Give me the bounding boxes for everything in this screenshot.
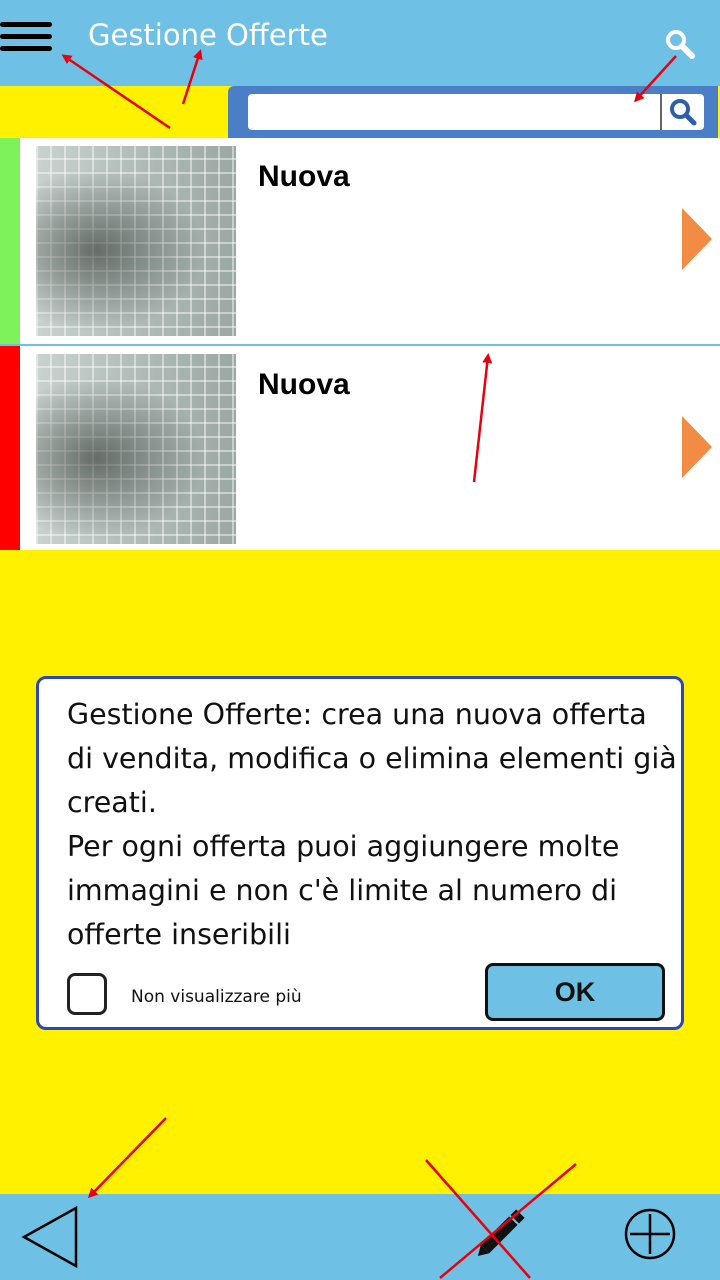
offer-thumbnail	[36, 354, 236, 544]
pencil-icon[interactable]	[466, 1196, 538, 1268]
page-title: Gestione Offerte	[88, 18, 328, 52]
search-input[interactable]	[248, 94, 664, 130]
dont-show-again-label: Non visualizzare più	[131, 987, 302, 1007]
offer-list-item[interactable]: Nuova	[0, 344, 720, 550]
menu-icon[interactable]	[0, 20, 56, 56]
info-dialog: Gestione Offerte: crea una nuova offerta…	[36, 676, 684, 1030]
status-indicator	[0, 346, 20, 550]
offer-title: Nuova	[258, 368, 350, 401]
offer-title: Nuova	[258, 160, 350, 193]
chevron-right-icon[interactable]	[682, 208, 712, 270]
offer-list-item[interactable]: Nuova	[0, 138, 720, 344]
annotation-arrow	[87, 1117, 167, 1199]
plus-circle-icon[interactable]	[622, 1206, 678, 1262]
ok-button[interactable]: OK	[485, 963, 665, 1021]
dialog-message: Gestione Offerte: crea una nuova offerta…	[67, 693, 679, 957]
dialog-message-line: Gestione Offerte: crea una nuova offerta…	[67, 698, 677, 819]
chevron-right-icon[interactable]	[682, 416, 712, 478]
status-indicator	[0, 138, 20, 344]
magnifier-icon	[670, 99, 697, 126]
offer-thumbnail	[36, 146, 236, 336]
dialog-message-line: Per ogni offerta puoi aggiungere molte i…	[67, 830, 620, 951]
back-triangle-icon[interactable]	[20, 1204, 80, 1270]
bottom-toolbar	[0, 1194, 720, 1280]
search-icon[interactable]	[662, 26, 698, 62]
search-submit-button[interactable]	[660, 94, 704, 130]
dont-show-again-checkbox[interactable]	[67, 973, 107, 1015]
